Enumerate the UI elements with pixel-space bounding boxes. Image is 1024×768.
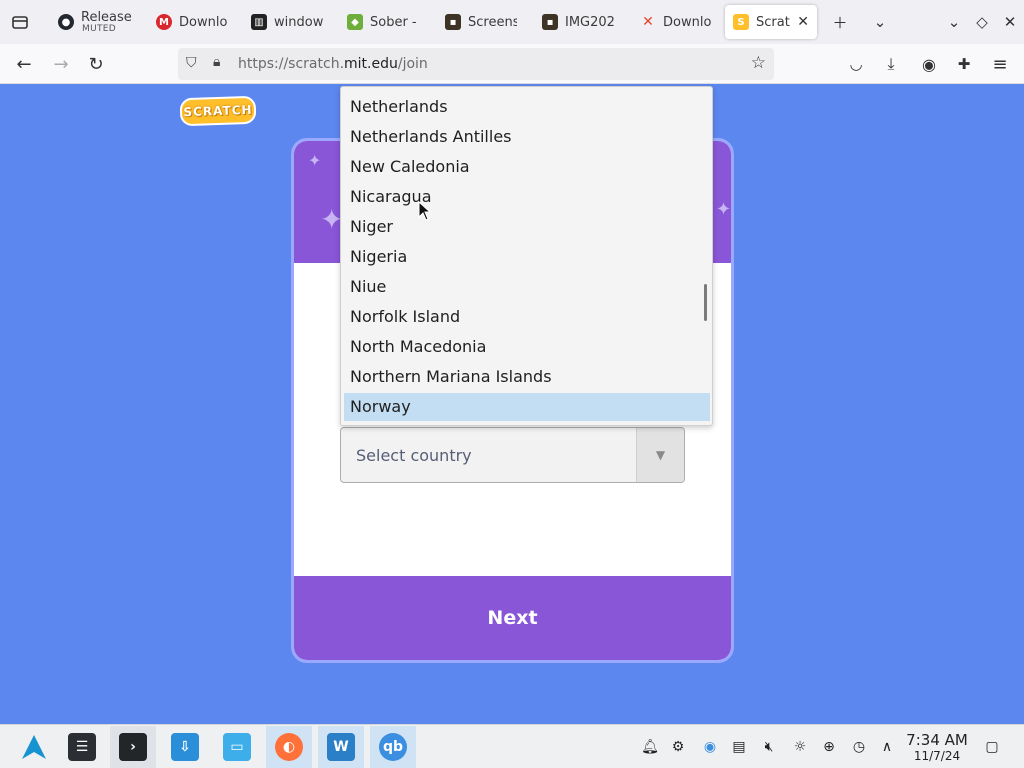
brightness-icon[interactable]: ☼ xyxy=(790,737,810,757)
country-option-selected[interactable]: Norway xyxy=(344,393,710,421)
tab-title: IMG202 xyxy=(565,14,614,30)
file-manager-app-icon[interactable]: ▭ xyxy=(214,726,260,768)
extensions-icon[interactable]: ✚ xyxy=(952,52,976,76)
download-icon[interactable]: ⤓ xyxy=(879,52,903,76)
next-button[interactable]: Next xyxy=(294,576,731,660)
muted-label: MUTED xyxy=(82,24,116,34)
github-icon: ● xyxy=(58,14,74,30)
tab-title: Downlo xyxy=(179,14,228,30)
show-hidden-icons-icon[interactable]: ∧ xyxy=(877,737,897,757)
tab-window[interactable]: ▥ window xyxy=(243,5,331,39)
country-option[interactable]: Nigeria xyxy=(344,243,710,271)
close-window-icon[interactable]: ✕ xyxy=(999,11,1021,33)
tab-screens[interactable]: ▪ Screens xyxy=(437,5,525,39)
tab-title: Scratc xyxy=(756,14,790,30)
next-button-label: Next xyxy=(487,607,538,629)
archive-icon: ▥ xyxy=(251,14,267,30)
shield-icon[interactable]: ⛉ xyxy=(186,55,197,71)
scratch-icon: S xyxy=(733,14,749,30)
clock-time: 7:34 AM xyxy=(906,731,968,749)
network-icon[interactable]: ⊕ xyxy=(819,737,839,757)
tab-title: Sober - xyxy=(370,14,417,30)
lock-icon[interactable]: 🔒︎ xyxy=(213,54,220,70)
country-option[interactable]: Nicaragua xyxy=(344,183,710,211)
dropdown-scrollbar[interactable] xyxy=(704,284,707,321)
qbittorrent-tray-icon[interactable]: ◉ xyxy=(700,737,720,757)
steam-tray-icon[interactable]: ⚙ xyxy=(668,737,688,757)
back-icon[interactable]: ← xyxy=(12,52,36,76)
country-option[interactable]: Northern Mariana Islands xyxy=(344,363,710,391)
dropdown-arrow-icon[interactable]: ▼ xyxy=(636,428,684,482)
sparkle-icon: ✦ xyxy=(716,199,732,220)
minimize-icon[interactable]: ⌄ xyxy=(943,11,965,33)
tab-title: Screens xyxy=(468,14,517,30)
discover-app-icon[interactable]: ⇩ xyxy=(162,726,208,768)
image-icon: ▪ xyxy=(542,14,558,30)
settings-app-icon[interactable]: ☰ xyxy=(59,726,105,768)
clock[interactable]: 7:34 AM 11/7/24 xyxy=(905,731,969,764)
power-icon[interactable]: ◷ xyxy=(849,737,869,757)
tab-download-mega[interactable]: M Downlo xyxy=(148,5,236,39)
scratch-logo[interactable]: SCRATCH xyxy=(179,95,257,127)
pocket-icon[interactable]: ◡ xyxy=(844,52,868,76)
notifications-icon[interactable]: 🔔︎ xyxy=(640,737,660,757)
sparkle-icon: ✦ xyxy=(308,151,322,170)
country-option[interactable]: Netherlands xyxy=(344,93,710,121)
tab-title: Downlo xyxy=(663,14,712,30)
country-option[interactable]: Norfolk Island xyxy=(344,303,710,331)
account-icon[interactable]: ◉ xyxy=(917,52,941,76)
clipboard-icon[interactable]: ▤ xyxy=(729,737,749,757)
url-text[interactable]: https://scratch.mit.edu/join xyxy=(238,56,428,72)
x-icon: ✕ xyxy=(642,14,654,30)
restore-icon[interactable]: ◇ xyxy=(971,11,993,33)
tab-title: window xyxy=(274,14,323,30)
clock-date: 11/7/24 xyxy=(913,749,961,763)
country-option[interactable]: North Macedonia xyxy=(344,333,710,361)
tab-release[interactable]: ● Release MUTED xyxy=(50,5,142,39)
terminal-app-icon[interactable]: › xyxy=(110,726,156,768)
app-launcher-icon[interactable] xyxy=(11,726,57,768)
taskbar: ☰ › ⇩ ▭ ◐ W qb 🔔︎ ⚙ ◉ ▤ 🔇︎ ☼ ⊕ ◷ ∧ ▢ xyxy=(0,724,1024,768)
close-tab-icon[interactable]: ✕ xyxy=(797,14,809,30)
writer-app-icon[interactable]: W xyxy=(318,726,364,768)
volume-muted-icon[interactable]: 🔇︎ xyxy=(759,737,779,757)
tab-list-icon[interactable] xyxy=(9,11,31,33)
country-select[interactable]: Select country ▼ xyxy=(340,427,685,483)
mega-icon: M xyxy=(156,14,172,30)
qbittorrent-app-icon[interactable]: qb xyxy=(370,726,416,768)
tab-download-x[interactable]: ✕ Downlo xyxy=(632,5,720,39)
bookmark-star-icon[interactable]: ☆ xyxy=(751,53,766,73)
url-bar[interactable]: ⛉ 🔒︎ https://scratch.mit.edu/join ☆ xyxy=(178,48,774,80)
select-placeholder: Select country xyxy=(356,446,472,465)
country-option[interactable]: Niue xyxy=(344,273,710,301)
country-option[interactable]: Netherlands Antilles xyxy=(344,123,710,151)
image-icon: ▪ xyxy=(445,14,461,30)
country-option[interactable]: Niger xyxy=(344,213,710,241)
tab-sober[interactable]: ◆ Sober - xyxy=(339,5,427,39)
tab-img[interactable]: ▪ IMG202 xyxy=(534,5,622,39)
reload-icon[interactable]: ↻ xyxy=(84,52,108,76)
new-tab-icon[interactable]: ＋ xyxy=(829,11,851,33)
tab-scratch[interactable]: S Scratc ✕ xyxy=(725,5,817,39)
show-desktop-icon[interactable]: ▢ xyxy=(982,737,1002,757)
country-dropdown-list[interactable]: Netherlands Netherlands Antilles New Cal… xyxy=(340,86,713,426)
country-option[interactable]: New Caledonia xyxy=(344,153,710,181)
sober-icon: ◆ xyxy=(347,14,363,30)
firefox-app-icon[interactable]: ◐ xyxy=(266,726,312,768)
tab-title: Release xyxy=(81,9,132,25)
chevron-down-icon[interactable]: ⌄ xyxy=(869,11,891,33)
forward-icon[interactable]: → xyxy=(49,52,73,76)
navigation-bar: ← → ↻ ⛉ 🔒︎ https://scratch.mit.edu/join … xyxy=(0,44,1024,84)
tab-strip: ● Release MUTED M Downlo ▥ window ◆ Sobe… xyxy=(0,0,1024,44)
menu-icon[interactable]: ≡ xyxy=(988,52,1012,76)
